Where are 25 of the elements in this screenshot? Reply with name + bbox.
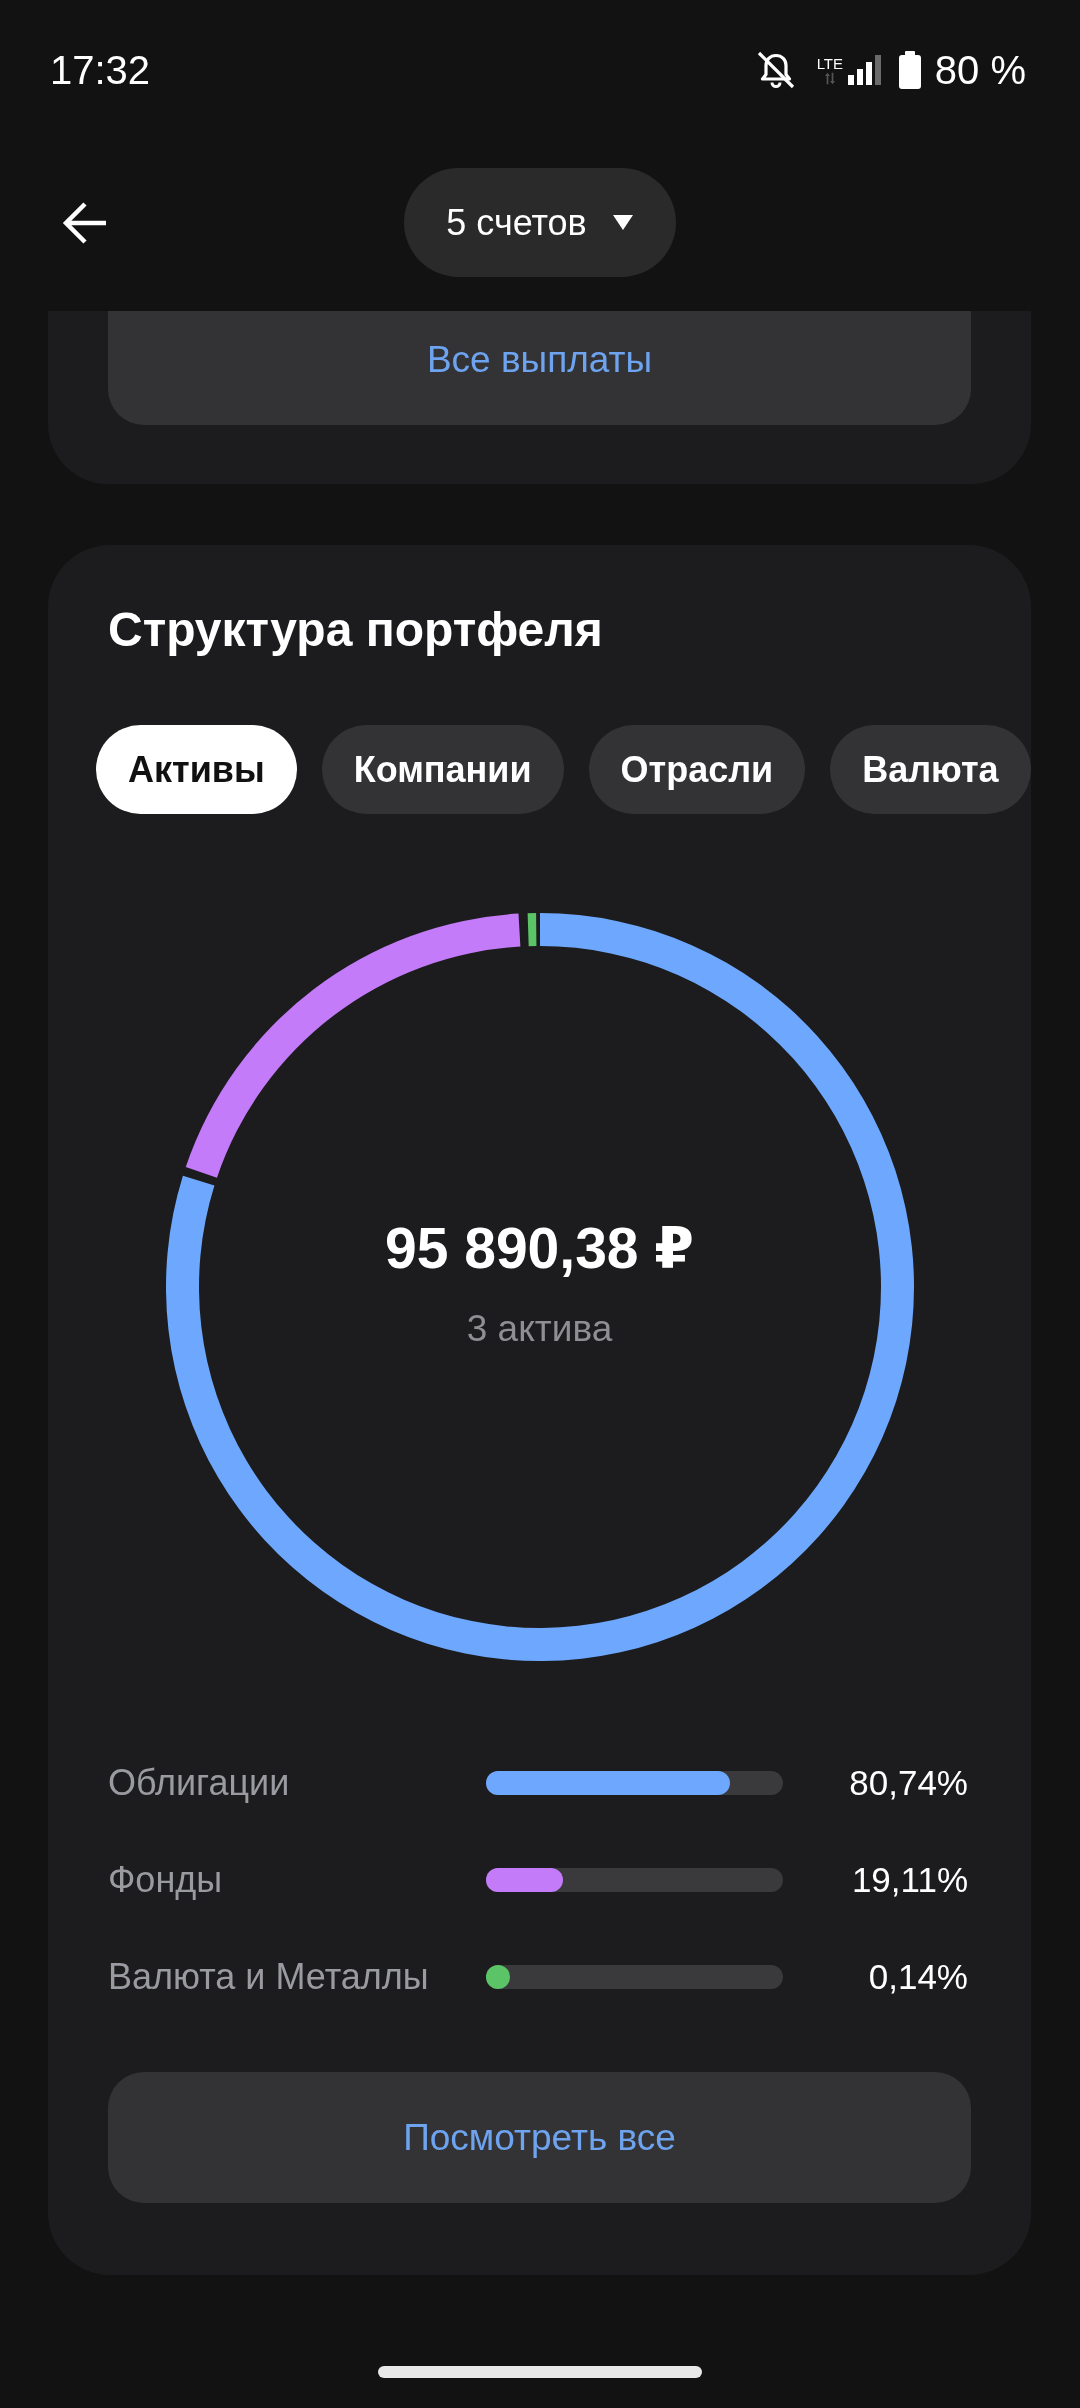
account-selector[interactable]: 5 счетов	[404, 168, 676, 277]
filter-tab[interactable]: Отрасли	[588, 725, 806, 814]
signal-icon	[847, 55, 881, 85]
legend-percent: 0,14%	[868, 1956, 969, 1997]
section-title: Структура портфеля	[108, 602, 604, 658]
filter-tab[interactable]: Валюта	[830, 725, 1031, 814]
bell-off-icon	[756, 51, 795, 89]
network-type-label: LTE	[816, 55, 844, 71]
filter-tab[interactable]: Компании	[321, 725, 564, 814]
legend-label: Облигации	[108, 1761, 291, 1804]
filter-tab[interactable]: Активы	[96, 725, 297, 814]
legend-percent: 80,74%	[849, 1762, 969, 1803]
legend-label: Фонды	[108, 1858, 224, 1901]
all-payouts-button[interactable]: Все выплаты	[108, 311, 971, 425]
view-all-button[interactable]: Посмотреть все	[108, 2072, 971, 2203]
status-time: 17:32	[50, 47, 151, 93]
legend-label: Валюта и Металлы	[108, 1955, 430, 1998]
total-amount: 95 890,38 ₽	[384, 1215, 695, 1281]
legend-percent: 19,11%	[851, 1859, 969, 1900]
back-arrow-icon[interactable]	[60, 199, 108, 246]
caret-icon	[612, 215, 633, 230]
battery-icon	[898, 51, 921, 89]
battery-percent: 80 %	[934, 47, 1026, 93]
data-arrows-icon	[824, 71, 835, 85]
asset-count: 3 актива	[466, 1307, 613, 1351]
